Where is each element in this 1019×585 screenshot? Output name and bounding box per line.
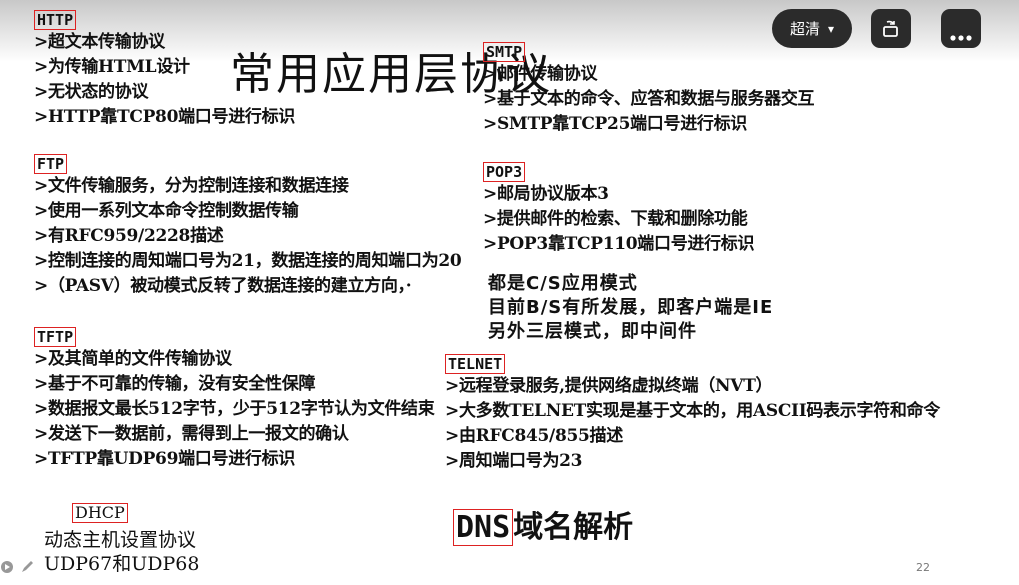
ftp-line: >使用一系列文本命令控制数据传输 bbox=[34, 201, 299, 221]
cs-note: 都是C/S应用模式 bbox=[488, 273, 638, 294]
page-number: 22 bbox=[916, 561, 930, 574]
http-line: >超文本传输协议 bbox=[34, 32, 165, 52]
pop3-label: POP3 bbox=[483, 162, 526, 182]
telnet-line: >周知端口号为23 bbox=[445, 451, 583, 471]
dhcp-line: 动态主机设置协议 bbox=[44, 529, 197, 551]
tftp-line: >TFTP靠UDP69端口号进行标识 bbox=[34, 449, 296, 469]
tftp-section: TFTP >及其简单的文件传输协议 >基于不可靠的传输，没有安全性保障 >数据报… bbox=[34, 327, 435, 472]
ftp-line: >文件传输服务，分为控制连接和数据连接 bbox=[34, 176, 349, 196]
dhcp-lines: 动态主机设置协议 UDP67和UDP68 bbox=[44, 528, 199, 576]
tftp-line: >及其简单的文件传输协议 bbox=[34, 349, 232, 369]
smtp-label: SMTP bbox=[483, 42, 526, 62]
more-options-button[interactable] bbox=[941, 9, 981, 48]
http-line: >无状态的协议 bbox=[34, 82, 149, 102]
smtp-line: >SMTP靠TCP25端口号进行标识 bbox=[483, 114, 747, 134]
smtp-line: >邮件传输协议 bbox=[483, 64, 598, 84]
dns-section: DNS 域名解析 bbox=[453, 502, 633, 546]
pop3-section: POP3 >邮局协议版本3 >提供邮件的检索、下载和删除功能 >POP3靠TCP… bbox=[483, 162, 755, 257]
quality-label: 超清 bbox=[789, 20, 820, 38]
telnet-label: TELNET bbox=[445, 354, 506, 374]
cs-notes: 都是C/S应用模式 目前B/S有所发展，即客户端是IE 另外三层模式，即中间件 bbox=[488, 272, 773, 344]
dhcp-section: DHCP bbox=[72, 503, 128, 523]
ftp-line: >（PASV）被动模式反转了数据连接的建立方向，· bbox=[34, 276, 412, 296]
dhcp-line: UDP67和UDP68 bbox=[44, 553, 200, 575]
telnet-line: >大多数TELNET实现是基于文本的，用ASCII码表示字符和命令 bbox=[445, 401, 940, 421]
rotate-screen-button[interactable] bbox=[871, 9, 911, 48]
tftp-line: >数据报文最长512字节，少于512字节认为文件结束 bbox=[34, 399, 435, 419]
rotate-icon bbox=[881, 19, 901, 39]
ftp-line: >控制连接的周知端口号为21，数据连接的周知端口为20 bbox=[34, 251, 462, 271]
smtp-section: SMTP >邮件传输协议 >基于文本的命令、应答和数据与服务器交互 >SMTP靠… bbox=[483, 42, 815, 137]
pop3-line: >邮局协议版本3 bbox=[483, 184, 609, 204]
tftp-label: TFTP bbox=[34, 327, 77, 347]
http-label: HTTP bbox=[34, 10, 77, 30]
dns-description: 域名解析 bbox=[513, 510, 634, 545]
ftp-label: FTP bbox=[34, 154, 68, 174]
tftp-line: >基于不可靠的传输，没有安全性保障 bbox=[34, 374, 316, 394]
pen-icon[interactable] bbox=[20, 558, 36, 574]
annotation-toolbar bbox=[0, 558, 36, 574]
telnet-section: TELNET >远程登录服务,提供网络虚拟终端（NVT） >大多数TELNET实… bbox=[445, 354, 940, 474]
more-icon bbox=[950, 26, 972, 41]
smtp-line: >基于文本的命令、应答和数据与服务器交互 bbox=[483, 89, 815, 109]
play-icon[interactable] bbox=[0, 559, 14, 573]
pop3-line: >提供邮件的检索、下载和删除功能 bbox=[483, 209, 748, 229]
telnet-line: >由RFC845/855描述 bbox=[445, 426, 623, 446]
ftp-section: FTP >文件传输服务，分为控制连接和数据连接 >使用一系列文本命令控制数据传输… bbox=[34, 154, 462, 299]
http-lines: >超文本传输协议 >为传输HTML设计 >无状态的协议 >HTTP靠TCP80端… bbox=[34, 30, 295, 130]
http-line: >为传输HTML设计 bbox=[34, 57, 190, 77]
telnet-line: >远程登录服务,提供网络虚拟终端（NVT） bbox=[445, 376, 773, 396]
tftp-line: >发送下一数据前，需得到上一报文的确认 bbox=[34, 424, 349, 444]
cs-note: 目前B/S有所发展，即客户端是IE bbox=[488, 297, 774, 318]
cs-note: 另外三层模式，即中间件 bbox=[488, 321, 697, 342]
quality-selector[interactable]: 超清 ▾ bbox=[772, 9, 852, 48]
slide: 常用应用层协议 HTTP >超文本传输协议 >为传输HTML设计 >无状态的协议… bbox=[0, 0, 1019, 585]
chevron-down-icon: ▾ bbox=[827, 21, 835, 36]
dns-label: DNS bbox=[453, 509, 514, 546]
ftp-line: >有RFC959/2228描述 bbox=[34, 226, 224, 246]
dhcp-label: DHCP bbox=[72, 503, 128, 523]
http-line: >HTTP靠TCP80端口号进行标识 bbox=[34, 107, 296, 127]
pop3-line: >POP3靠TCP110端口号进行标识 bbox=[483, 234, 755, 254]
http-section: HTTP >超文本传输协议 >为传输HTML设计 >无状态的协议 >HTTP靠T… bbox=[34, 10, 295, 130]
